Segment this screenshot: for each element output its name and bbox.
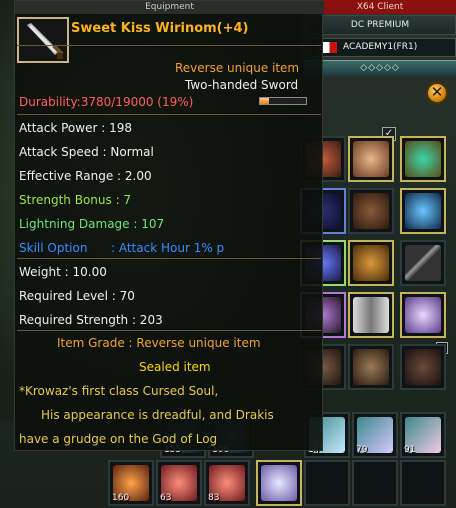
description-line: His appearance is dreadful, and Drakis [41, 408, 274, 422]
weapon-class: Two-handed Sword [185, 78, 299, 92]
inventory-slot[interactable] [400, 188, 446, 234]
two-handed-sword-icon [19, 19, 67, 61]
sword-icon [405, 245, 441, 281]
description-line: *Krowaz's first class Cursed Soul, [19, 384, 219, 398]
item-count: 79 [356, 445, 368, 455]
attack-speed: Attack Speed : Normal [19, 145, 154, 159]
bag-slot[interactable] [352, 460, 398, 506]
crystal-icon [405, 193, 441, 229]
inventory-slot[interactable] [348, 292, 394, 338]
item-icon [17, 17, 69, 63]
ring-icon [353, 141, 389, 177]
item-type: Reverse unique item [175, 61, 300, 75]
item-name: Sweet Kiss Wirinom(+4) [71, 21, 249, 36]
inventory-slot[interactable] [348, 188, 394, 234]
inventory-slot[interactable] [400, 344, 446, 390]
item-count: 160 [112, 493, 130, 503]
bag-slot[interactable]: 83 [204, 460, 250, 506]
bag-slot[interactable]: 160 [108, 460, 154, 506]
bag-slot[interactable] [256, 460, 302, 506]
divider [17, 114, 321, 115]
glove-icon [353, 193, 389, 229]
skill-option-label: Skill Option [19, 241, 88, 255]
sealed-label: Sealed item [139, 360, 211, 374]
leggings-icon [353, 297, 389, 333]
bag-slot[interactable]: 63 [156, 460, 202, 506]
required-level: Required Level : 70 [19, 289, 135, 303]
description-line: have a grudge on the God of Log [19, 432, 218, 446]
item-grade: Item Grade : Reverse unique item [57, 336, 261, 350]
item-count: 91 [404, 445, 416, 455]
server-label: DC PREMIUM [304, 15, 456, 35]
tooltip-header: Equipment [15, 1, 324, 14]
attack-power: Attack Power : 198 [19, 121, 132, 135]
earring-icon [405, 141, 441, 177]
durability-fill [260, 98, 269, 104]
shoulder-icon [405, 349, 441, 385]
durability-bar [259, 97, 307, 105]
item-count: 63 [160, 493, 172, 503]
inventory-slot[interactable] [400, 136, 446, 182]
inventory-slot[interactable] [400, 292, 446, 338]
item-count: 83 [208, 493, 220, 503]
inventory-slot[interactable] [348, 344, 394, 390]
skill-option-value: : Attack Hour 1% p [111, 241, 225, 255]
strength-bonus: Strength Bonus : 7 [19, 193, 132, 207]
divider [17, 45, 321, 46]
inventory-slot[interactable] [400, 240, 446, 286]
inventory-slot[interactable] [348, 136, 394, 182]
client-title: X64 Client [304, 0, 456, 14]
window-decoration: ◇◇◇◇◇ [304, 60, 456, 76]
bag-slot[interactable]: 79 [352, 412, 398, 458]
necklace-icon [261, 465, 297, 501]
belt-icon [353, 245, 389, 281]
lightning-damage: Lightning Damage : 107 [19, 217, 165, 231]
gem-ring-icon [405, 297, 441, 333]
divider [17, 330, 321, 331]
durability-text: Durability:3780/19000 (19%) [19, 95, 194, 109]
academy-bar: ACADEMY1(FR1) [310, 38, 456, 57]
item-tooltip: Equipment Sweet Kiss Wirinom(+4) Reverse… [14, 0, 324, 451]
bag-slot[interactable]: 91 [400, 412, 446, 458]
boots-icon [353, 349, 389, 385]
inventory-slot[interactable] [348, 240, 394, 286]
academy-label: ACADEMY1(FR1) [343, 42, 418, 52]
close-button[interactable]: ✕ [426, 82, 448, 104]
divider [17, 258, 321, 259]
effective-range: Effective Range : 2.00 [19, 169, 152, 183]
bag-slot[interactable] [400, 460, 446, 506]
weight: Weight : 10.00 [19, 265, 107, 279]
bag-slot[interactable] [304, 460, 350, 506]
required-strength: Required Strength : 203 [19, 313, 163, 327]
